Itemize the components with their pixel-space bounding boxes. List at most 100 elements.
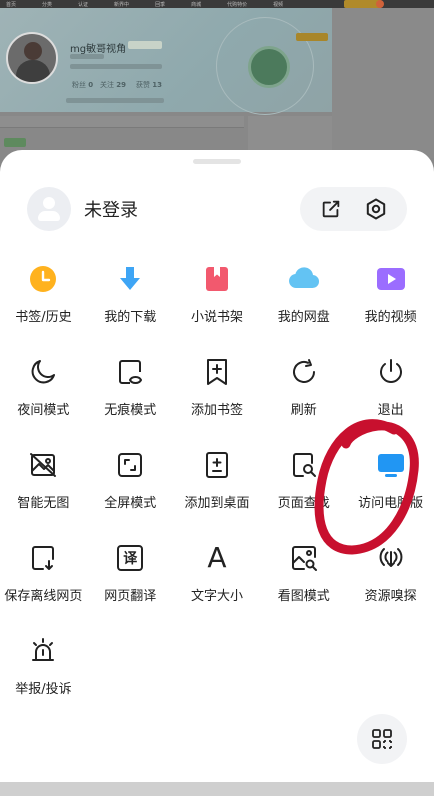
bg-nav-item: 新界中 (114, 1, 130, 8)
bg-nav-dot (376, 0, 384, 8)
menu-item-add-bookmark[interactable]: 添加书签 (174, 345, 261, 438)
bg-profile-avatar (6, 32, 58, 84)
bg-nav-item: 商城 (191, 1, 202, 8)
menu-item-desktop-version[interactable]: 访问电脑版 (347, 438, 434, 531)
menu-item-exit[interactable]: 退出 (347, 345, 434, 438)
menu-item-label: 访问电脑版 (358, 496, 424, 511)
system-navigation-bar (0, 782, 434, 796)
menu-item-image-mode[interactable]: 看图模式 (260, 531, 347, 624)
save-offline-icon (26, 541, 60, 575)
translate-icon: 译 (113, 541, 147, 575)
download-icon (113, 262, 147, 296)
video-icon (374, 262, 408, 296)
menu-item-label: 添加到桌面 (184, 496, 250, 511)
menu-item-label: 全屏模式 (104, 496, 157, 511)
menu-item-label: 添加书签 (190, 403, 243, 418)
menu-row: 书签/历史 我的下载 小说书架 我的网盘 我的视频 (0, 252, 434, 345)
translate-glyph: 译 (117, 545, 144, 571)
font-size-icon: A (200, 541, 234, 575)
menu-item-label: 我的视频 (364, 310, 417, 325)
menu-item-resource-sniff[interactable]: 资源嗅探 (347, 531, 434, 624)
menu-item-refresh[interactable]: 刷新 (260, 345, 347, 438)
menu-item-label: 我的下载 (104, 310, 157, 325)
refresh-icon (287, 355, 321, 389)
menu-item-my-downloads[interactable]: 我的下载 (87, 252, 174, 345)
menu-item-label: 网页翻译 (104, 589, 157, 604)
no-image-icon (26, 448, 60, 482)
menu-item-label: 页面查找 (277, 496, 330, 511)
menu-item-label: 资源嗅探 (364, 589, 417, 604)
menu-item-label: 退出 (377, 403, 404, 418)
settings-icon[interactable] (361, 194, 391, 224)
menu-item-bookmarks-history[interactable]: 书签/历史 (0, 252, 87, 345)
menu-item-incognito[interactable]: 无痕模式 (87, 345, 174, 438)
menu-item-report[interactable]: 举报/投诉 (0, 624, 87, 717)
menu-item-label: 书签/历史 (15, 310, 72, 325)
login-status-label[interactable]: 未登录 (84, 196, 138, 222)
edit-menu-grid-button[interactable] (357, 714, 407, 764)
bg-text-line (66, 98, 164, 103)
add-to-desktop-icon (200, 448, 234, 482)
menu-row: 智能无图 全屏模式 添加到桌面 页面查找 访问电脑版 (0, 438, 434, 531)
menu-item-translate[interactable]: 译 网页翻译 (87, 531, 174, 624)
drag-handle[interactable] (193, 159, 241, 164)
moon-icon (26, 355, 60, 389)
menu-grid: 书签/历史 我的下载 小说书架 我的网盘 我的视频 夜间模式 无痕模式 添加书签… (0, 252, 434, 717)
resource-sniff-icon (374, 541, 408, 575)
bg-center-badge (248, 46, 290, 88)
menu-item-add-to-desktop[interactable]: 添加到桌面 (174, 438, 261, 531)
bg-stat: 获赞 13 (136, 81, 162, 89)
page-search-icon (287, 448, 321, 482)
font-size-glyph: A (207, 541, 227, 574)
bg-profile-name: mg敏哥视角 (70, 44, 127, 55)
menu-row: 保存离线网页 译 网页翻译 A 文字大小 看图模式 资源嗅探 (0, 531, 434, 624)
menu-item-my-videos[interactable]: 我的视频 (347, 252, 434, 345)
fullscreen-icon (113, 448, 147, 482)
grid-edit-icon (372, 729, 392, 749)
background-nav: 首页 分类 认证 新界中 回季 商城 代购特价 视频 (0, 0, 434, 8)
menu-item-my-cloud-drive[interactable]: 我的网盘 (260, 252, 347, 345)
bg-stat: 粉丝 0 (72, 81, 94, 89)
bg-right-column (332, 8, 434, 158)
share-icon[interactable] (316, 194, 346, 224)
bg-gold-badge (296, 33, 328, 41)
bg-nav-item: 首页 (6, 1, 17, 8)
menu-item-font-size[interactable]: A 文字大小 (174, 531, 261, 624)
menu-item-label: 举报/投诉 (15, 682, 72, 697)
menu-item-label: 刷新 (290, 403, 317, 418)
report-alarm-icon (26, 634, 60, 668)
menu-item-label: 无痕模式 (104, 403, 157, 418)
bg-nav-item: 代购特价 (227, 1, 248, 8)
avatar[interactable] (27, 187, 71, 231)
bg-profile-tag (128, 41, 162, 49)
login-row[interactable]: 未登录 (27, 187, 138, 231)
menu-item-fullscreen[interactable]: 全屏模式 (87, 438, 174, 531)
cloud-icon (287, 262, 321, 296)
bg-text-line (70, 64, 162, 69)
image-mode-icon (287, 541, 321, 575)
bookmark-history-icon (26, 262, 60, 296)
menu-item-label: 文字大小 (190, 589, 243, 604)
bg-nav-item: 分类 (42, 1, 53, 8)
menu-item-save-offline[interactable]: 保存离线网页 (0, 531, 87, 624)
menu-item-label: 我的网盘 (277, 310, 330, 325)
incognito-icon (113, 355, 147, 389)
bg-nav-item: 视频 (273, 1, 284, 8)
bg-nav-item: 认证 (78, 1, 89, 8)
bg-text-line (70, 54, 104, 59)
menu-item-label: 看图模式 (277, 589, 330, 604)
menu-item-night-mode[interactable]: 夜间模式 (0, 345, 87, 438)
add-bookmark-icon (200, 355, 234, 389)
menu-item-novel-bookshelf[interactable]: 小说书架 (174, 252, 261, 345)
desktop-monitor-icon (374, 448, 408, 482)
menu-item-smart-no-image[interactable]: 智能无图 (0, 438, 87, 531)
bookshelf-icon (200, 262, 234, 296)
bg-green-button (4, 138, 26, 147)
browser-menu-sheet: 未登录 书签/历史 我的下载 小说书架 我的网盘 我的视频 夜间模式 无痕模式 … (0, 150, 434, 782)
menu-row: 举报/投诉 (0, 624, 434, 717)
menu-item-label: 小说书架 (190, 310, 243, 325)
menu-item-page-search[interactable]: 页面查找 (260, 438, 347, 531)
menu-item-label: 保存离线网页 (4, 589, 83, 604)
menu-item-label: 智能无图 (17, 496, 70, 511)
bg-nav-item: 回季 (155, 1, 166, 8)
